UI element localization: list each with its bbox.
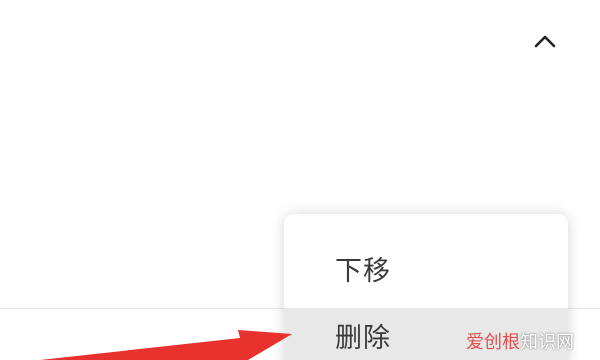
chevron-up-icon <box>534 35 556 48</box>
watermark-part-2: 知识网 <box>520 332 574 353</box>
watermark: 爱创根 知识网 <box>466 328 574 354</box>
menu-item-move-down[interactable]: 下移 <box>284 241 568 295</box>
collapse-button[interactable] <box>528 24 562 58</box>
menu-item-label: 删除 <box>335 322 391 354</box>
watermark-part-1: 爱创根 <box>466 332 520 353</box>
menu-item-label: 下移 <box>335 255 391 287</box>
screen: 下移 删除 爱创根 知识网 <box>0 0 600 360</box>
